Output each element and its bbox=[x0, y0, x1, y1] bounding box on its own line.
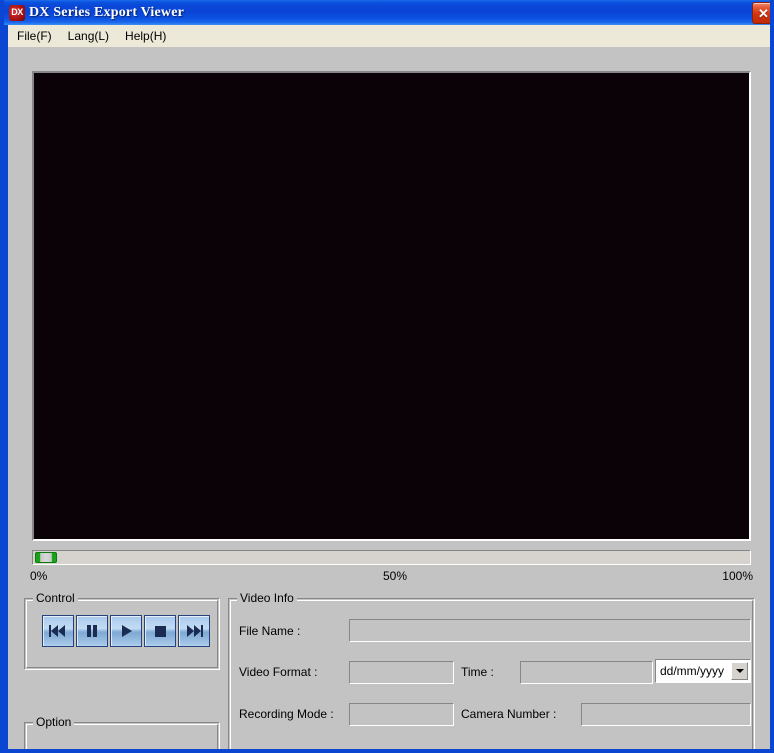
application-window: DX DX Series Export Viewer ✕ File(F) Lan… bbox=[0, 0, 774, 753]
time-field[interactable] bbox=[520, 661, 653, 684]
time-label: Time : bbox=[461, 665, 494, 679]
file-name-label: File Name : bbox=[239, 624, 301, 638]
camera-number-field[interactable] bbox=[581, 703, 751, 726]
forward-to-end-button[interactable] bbox=[178, 615, 210, 647]
window-title: DX Series Export Viewer bbox=[29, 4, 185, 20]
seek-slider-track[interactable] bbox=[32, 550, 751, 565]
close-icon: ✕ bbox=[758, 5, 769, 21]
recording-mode-label: Recording Mode : bbox=[239, 707, 334, 721]
stop-button[interactable] bbox=[144, 615, 176, 647]
control-group-title: Control bbox=[33, 591, 78, 605]
menu-item-lang[interactable]: Lang(L) bbox=[61, 26, 116, 46]
chevron-down-icon[interactable] bbox=[731, 662, 748, 680]
camera-number-label: Camera Number : bbox=[461, 707, 557, 721]
scale-label-start: 0% bbox=[30, 569, 48, 583]
client-area: 0% 50% 100% Control Option Video Info Fi… bbox=[8, 47, 770, 749]
scale-label-middle: 50% bbox=[383, 569, 408, 583]
rewind-to-start-button[interactable] bbox=[42, 615, 74, 647]
file-name-field[interactable] bbox=[349, 619, 751, 642]
recording-mode-field[interactable] bbox=[349, 703, 454, 726]
option-group-box: Option Set Watermark bbox=[24, 715, 220, 749]
option-group-title: Option bbox=[33, 715, 75, 729]
video-info-group-title: Video Info bbox=[237, 591, 297, 605]
dx-app-icon: DX bbox=[9, 4, 25, 21]
seek-slider-thumb[interactable] bbox=[35, 552, 57, 563]
video-display-panel[interactable] bbox=[32, 71, 751, 541]
menu-item-file[interactable]: File(F) bbox=[10, 26, 59, 46]
pause-icon bbox=[85, 624, 99, 638]
date-format-combobox[interactable]: dd/mm/yyyy bbox=[655, 659, 751, 683]
video-info-group-box: Video Info File Name : Video Format : Ti… bbox=[228, 591, 755, 749]
control-group-box: Control bbox=[24, 591, 220, 670]
close-button[interactable]: ✕ bbox=[752, 2, 770, 24]
transport-controls bbox=[42, 615, 210, 647]
play-button[interactable] bbox=[110, 615, 142, 647]
scale-label-end: 100% bbox=[722, 569, 753, 583]
title-bar: DX DX Series Export Viewer ✕ bbox=[4, 0, 770, 25]
menu-item-help[interactable]: Help(H) bbox=[118, 26, 173, 46]
app-icon-label: DX bbox=[11, 7, 23, 17]
play-icon bbox=[119, 624, 133, 638]
seek-scale-labels: 0% 50% 100% bbox=[30, 569, 753, 587]
video-format-label: Video Format : bbox=[239, 665, 318, 679]
date-format-selected-value: dd/mm/yyyy bbox=[660, 664, 725, 678]
menu-bar: File(F) Lang(L) Help(H) bbox=[8, 25, 770, 48]
stop-icon bbox=[153, 624, 167, 638]
pause-button[interactable] bbox=[76, 615, 108, 647]
skip-backward-icon bbox=[49, 624, 67, 638]
video-format-field[interactable] bbox=[349, 661, 454, 684]
skip-forward-icon bbox=[185, 624, 203, 638]
